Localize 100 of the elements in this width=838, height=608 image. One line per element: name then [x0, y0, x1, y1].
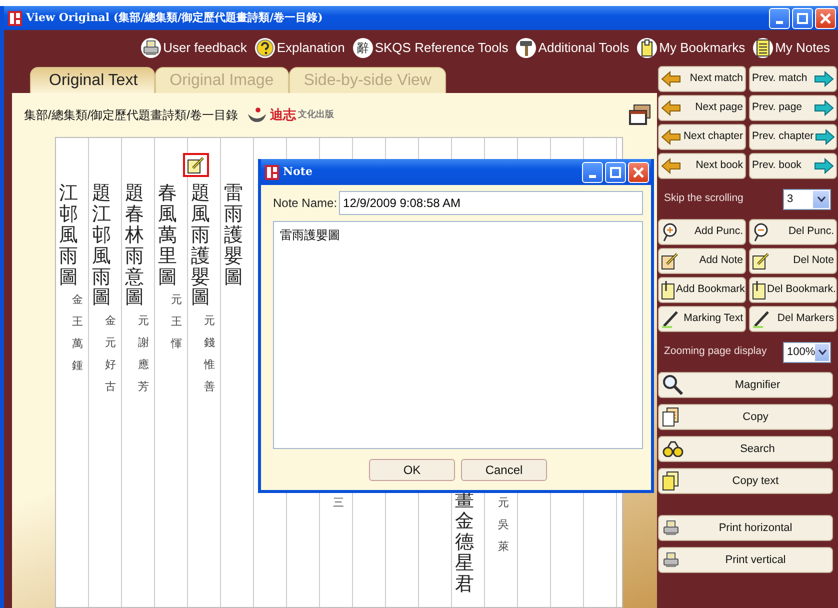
hammer-icon	[518, 39, 534, 57]
tool-button[interactable]: Del Bookmark.	[749, 277, 837, 303]
left-arrow-icon	[661, 71, 681, 87]
bookmark-clip-icon	[752, 280, 766, 300]
printer-icon	[142, 40, 160, 56]
swoosh-logo-icon	[246, 107, 268, 123]
action-button[interactable]: Copy	[658, 404, 833, 430]
note-pencil-icon	[752, 252, 770, 270]
note-name-field[interactable]: 12/9/2009 9:08:58 AM	[339, 191, 643, 215]
action-button[interactable]: Search	[658, 436, 833, 462]
right-arrow-icon	[814, 129, 835, 145]
forward-nav-button[interactable]: Prev. match	[749, 66, 837, 92]
column-author: 元王惲	[171, 292, 182, 352]
minimize-button[interactable]	[769, 8, 790, 28]
toolbar-link[interactable]: Explanation	[254, 38, 345, 58]
close-button[interactable]	[628, 162, 649, 182]
forward-nav-button[interactable]: Prev. page	[749, 95, 837, 121]
column-title: 江邨風雨圖	[59, 183, 78, 288]
left-arrow-icon	[661, 129, 681, 145]
minimize-icon	[776, 20, 783, 24]
close-button[interactable]	[815, 8, 836, 28]
column-author: 元錢惟善	[204, 313, 215, 396]
tool-button[interactable]: Marking Text	[658, 306, 746, 332]
breadcrumb: 集部/總集類/御定歷代題畫詩類/卷一目錄	[24, 107, 238, 124]
action-button[interactable]: Print horizontal	[658, 515, 833, 541]
maximize-button[interactable]	[605, 162, 626, 182]
zoom-select[interactable]: 100%	[783, 342, 831, 362]
right-arrow-icon	[814, 158, 834, 174]
column-author: 元謝應芳	[138, 313, 149, 396]
left-arrow-icon	[661, 158, 681, 174]
back-nav-button[interactable]: Next page	[658, 95, 746, 121]
marker-pen-icon	[661, 310, 681, 328]
dialog-button[interactable]: Cancel	[461, 459, 547, 481]
dialog-button[interactable]: OK	[369, 459, 455, 481]
left-arrow-icon	[661, 100, 681, 116]
column-author: 金王萬鍾	[72, 292, 83, 374]
copy-text-icon	[662, 471, 680, 491]
dropdown-caret-icon	[816, 196, 826, 202]
forward-nav-button[interactable]: Prev. chapter	[749, 124, 837, 150]
toolbar-link[interactable]: 辭 SKQS Reference Tools	[352, 38, 508, 58]
tool-button[interactable]: Del Punc.	[749, 219, 837, 245]
dictionary-glyph-icon: 辭	[356, 39, 369, 57]
minimize-button[interactable]	[582, 162, 603, 182]
printer-icon	[662, 520, 680, 536]
printer-icon	[662, 552, 680, 568]
note-pencil-icon	[661, 252, 679, 270]
zoom-label: Zooming page display	[664, 344, 767, 360]
toolbar-link[interactable]: User feedback	[141, 38, 247, 58]
column-author: 元吳萊	[498, 495, 509, 555]
column-title: 春風萬里圖	[158, 183, 177, 288]
tool-button[interactable]: Add Punc.	[658, 219, 746, 245]
column-author: 三	[333, 495, 344, 511]
note-marker[interactable]	[183, 153, 209, 177]
right-arrow-icon	[814, 71, 834, 87]
column-title: 題江邨風雨圖	[92, 183, 111, 308]
notepad-icon	[756, 39, 770, 57]
column-title: 雷雨護嬰圖	[224, 183, 243, 288]
tool-button[interactable]: Del Note	[749, 248, 837, 274]
tool-button[interactable]: Add Bookmark	[658, 277, 746, 303]
toolbar-link[interactable]: My Bookmarks	[637, 38, 746, 58]
tab[interactable]: Original Text	[30, 67, 155, 93]
back-nav-button[interactable]: Next chapter	[658, 124, 746, 150]
skip-scrolling-label: Skip the scrolling	[664, 191, 744, 206]
dialog-title: Note	[283, 164, 312, 180]
toolbar-link[interactable]: Additional Tools	[516, 38, 630, 58]
right-arrow-icon	[814, 100, 834, 116]
maximize-icon	[610, 166, 621, 178]
close-icon	[633, 166, 644, 178]
action-button[interactable]: Magnifier	[658, 372, 833, 398]
action-button[interactable]: Print vertical	[658, 547, 833, 573]
toolbar-link[interactable]: My Notes	[753, 38, 830, 58]
forward-nav-button[interactable]: Prev. book	[749, 153, 837, 179]
tool-button[interactable]: Del Markers	[749, 306, 837, 332]
action-button[interactable]: Copy text	[658, 468, 833, 494]
punctuation-remove-icon	[752, 222, 770, 242]
window-title: View Original (集部/總集類/御定歷代題畫詩類/卷一目錄)	[26, 10, 323, 26]
back-nav-button[interactable]: Next match	[658, 66, 746, 92]
note-pencil-icon	[187, 156, 205, 174]
question-icon	[256, 39, 274, 57]
bookmark-icon	[640, 39, 654, 57]
minimize-icon	[589, 174, 596, 178]
tool-button[interactable]: Add Note	[658, 248, 746, 274]
maximize-icon	[797, 12, 808, 24]
copy-icon	[662, 407, 680, 427]
column-title: 題春林雨意圖	[125, 183, 144, 308]
column-title: 題風雨護嬰圖	[191, 183, 210, 308]
app-logo-icon	[8, 10, 22, 26]
maximize-button[interactable]	[792, 8, 813, 28]
logo-subtitle: 文化出版	[298, 108, 334, 122]
marker-pen-icon	[752, 310, 772, 328]
punctuation-add-icon	[661, 222, 679, 242]
dropdown-caret-icon	[818, 349, 827, 355]
binoculars-icon	[662, 441, 684, 457]
magnifier-icon	[662, 374, 684, 396]
logo-brand: 迪志	[270, 106, 296, 124]
skip-scrolling-select[interactable]: 3	[783, 188, 831, 210]
column-author: 金元好古	[105, 313, 116, 396]
bookmark-clip-icon	[661, 280, 675, 300]
note-name-label: Note Name:	[273, 195, 338, 212]
back-nav-button[interactable]: Next book	[658, 153, 746, 179]
